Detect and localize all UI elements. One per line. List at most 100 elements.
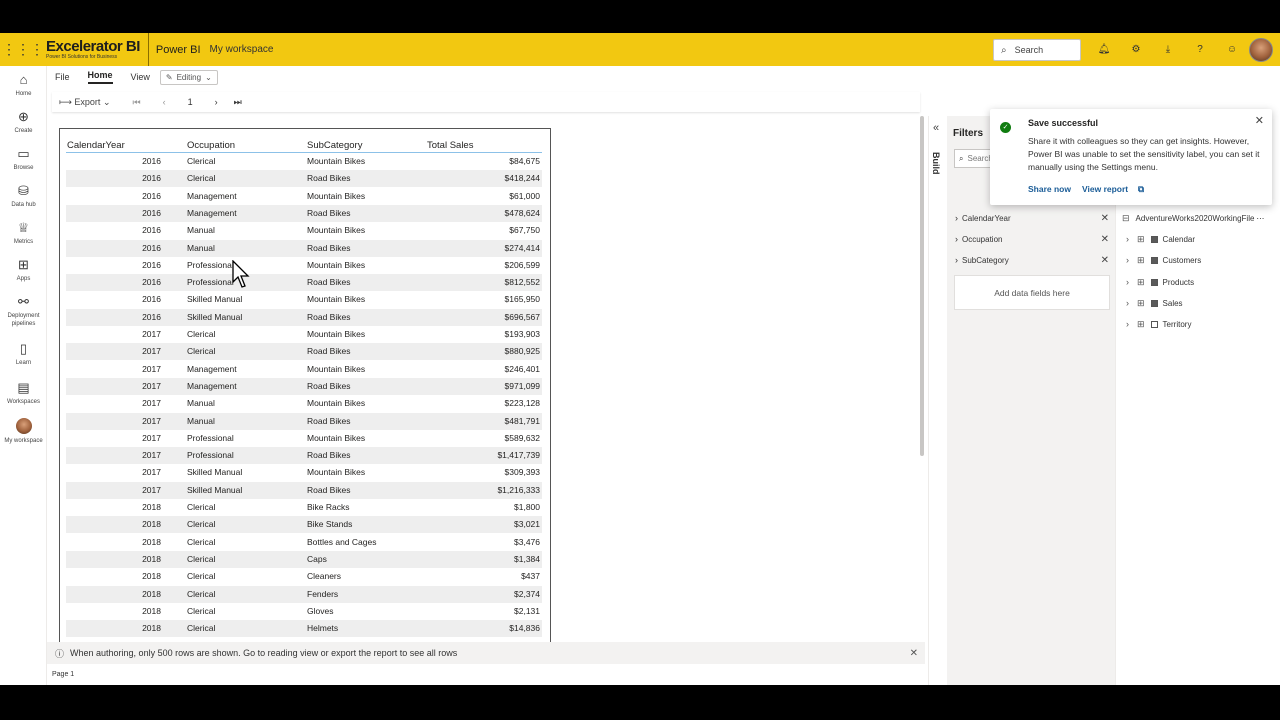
- share-now-link[interactable]: Share now: [1028, 184, 1071, 194]
- smiley-icon[interactable]: ☺: [1216, 44, 1248, 55]
- help-icon[interactable]: ?: [1184, 44, 1216, 55]
- filter-card-subcategory[interactable]: › SubCategory ✕: [955, 252, 1109, 268]
- table-row[interactable]: 2018 Clerical Caps $1,384: [66, 550, 542, 568]
- table-node-calendar[interactable]: › ⊞ Calendar: [1126, 231, 1195, 247]
- table-row[interactable]: 2016 Management Road Bikes $478,624: [66, 204, 542, 222]
- user-avatar[interactable]: [1249, 38, 1273, 62]
- model-node[interactable]: ⊟ AdventureWorks2020WorkingFile ⋯: [1122, 210, 1264, 226]
- workspace-breadcrumb[interactable]: My workspace: [210, 44, 274, 55]
- checkbox[interactable]: [1150, 299, 1158, 307]
- table-row[interactable]: 2017 Clerical Road Bikes $880,925: [66, 343, 542, 361]
- table-row[interactable]: 2017 Skilled Manual Mountain Bikes $309,393: [66, 464, 542, 481]
- nav-data-hub[interactable]: ⛁ Data hub: [0, 183, 47, 209]
- more-options-icon[interactable]: ⋯: [1256, 214, 1264, 223]
- canvas-scrollbar[interactable]: [920, 116, 924, 456]
- remove-filter-icon[interactable]: ✕: [1101, 213, 1109, 224]
- remove-filter-icon[interactable]: ✕: [1101, 234, 1109, 245]
- table-row[interactable]: 2016 Clerical Mountain Bikes $84,675: [66, 153, 542, 170]
- table-row[interactable]: 2018 Clerical Cleaners $437: [66, 568, 542, 585]
- table-row[interactable]: 2018 Clerical Gloves $2,131: [66, 603, 542, 620]
- app-launcher-icon[interactable]: ⋮⋮⋮: [0, 33, 46, 66]
- table-row[interactable]: 2018 Clerical Fenders $2,374: [66, 585, 542, 603]
- nav-deployment-pipelines[interactable]: ⚯ Deployment pipelines: [0, 294, 47, 328]
- menu-file[interactable]: File: [55, 72, 70, 82]
- collapse-chevron-icon[interactable]: «: [933, 122, 939, 134]
- previous-page-icon[interactable]: ‹: [163, 97, 166, 107]
- checkbox[interactable]: [1150, 278, 1158, 286]
- table-row[interactable]: 2016 Management Mountain Bikes $61,000: [66, 188, 542, 205]
- table-row[interactable]: 2016 Clerical Road Bikes $418,244: [66, 170, 542, 188]
- nav-my-workspace[interactable]: My workspace: [0, 418, 47, 445]
- table-icon: ⊞: [1137, 254, 1145, 265]
- export-button[interactable]: ⟼ Export ⌄: [59, 97, 111, 108]
- nav-home[interactable]: ⌂ Home: [0, 72, 47, 98]
- cell-occupation: Skilled Manual: [187, 311, 243, 322]
- table-node-territory[interactable]: › ⊞ Territory: [1126, 316, 1191, 332]
- table-visual[interactable]: CalendarYear Occupation SubCategory Tota…: [59, 128, 551, 646]
- build-tab[interactable]: Build: [931, 152, 941, 175]
- editing-label: Editing: [176, 72, 202, 82]
- page-tab[interactable]: Page 1: [52, 671, 74, 678]
- nav-metrics[interactable]: ♕ Metrics: [0, 220, 47, 246]
- nav-create[interactable]: ⊕ Create: [0, 109, 47, 135]
- editing-mode-dropdown[interactable]: ✎ Editing ⌄: [159, 69, 218, 85]
- last-page-icon[interactable]: ⏭: [234, 97, 242, 108]
- table-row[interactable]: 2018 Clerical Bike Racks $1,800: [66, 499, 542, 516]
- success-check-icon: ✓: [1000, 122, 1011, 133]
- table-row[interactable]: 2016 Skilled Manual Road Bikes $696,567: [66, 308, 542, 326]
- table-row[interactable]: 2017 Management Road Bikes $971,099: [66, 377, 542, 395]
- cell-calendaryear: 2017: [142, 346, 161, 357]
- download-icon[interactable]: ⤓: [1152, 44, 1184, 55]
- col-header-subcategory[interactable]: SubCategory: [307, 140, 362, 151]
- table-row[interactable]: 2016 Professional Mountain Bikes $206,599: [66, 257, 542, 274]
- table-row[interactable]: 2016 Professional Road Bikes $812,552: [66, 274, 542, 292]
- table-row[interactable]: 2017 Manual Road Bikes $481,791: [66, 412, 542, 430]
- first-page-icon[interactable]: ⏮: [133, 97, 141, 108]
- col-header-occupation[interactable]: Occupation: [187, 140, 235, 151]
- cell-occupation: Clerical: [187, 173, 216, 184]
- nav-browse[interactable]: ▭ Browse: [0, 146, 47, 172]
- table-node-sales[interactable]: › ⊞ Sales: [1126, 295, 1183, 311]
- table-row[interactable]: 2018 Clerical Helmets $14,836: [66, 620, 542, 638]
- checkbox[interactable]: [1150, 235, 1158, 243]
- table-row[interactable]: 2016 Manual Mountain Bikes $67,750: [66, 222, 542, 239]
- mouse-cursor-icon: [232, 260, 250, 288]
- close-icon[interactable]: ✕: [1255, 114, 1264, 127]
- nav-workspaces[interactable]: ▤ Workspaces: [0, 380, 47, 406]
- gear-icon[interactable]: ⚙: [1120, 44, 1152, 55]
- global-search-input[interactable]: ⌕ Search: [993, 39, 1081, 61]
- app-name[interactable]: Power BI: [156, 44, 201, 56]
- table-row[interactable]: 2017 Manual Mountain Bikes $223,128: [66, 395, 542, 412]
- table-row[interactable]: 2017 Professional Road Bikes $1,417,739: [66, 447, 542, 465]
- table-node-products[interactable]: › ⊞ Products: [1126, 274, 1194, 290]
- remove-filter-icon[interactable]: ✕: [1101, 255, 1109, 266]
- view-report-link[interactable]: View report: [1082, 184, 1128, 194]
- table-row[interactable]: 2017 Clerical Mountain Bikes $193,903: [66, 326, 542, 343]
- col-header-total-sales[interactable]: Total Sales: [427, 140, 473, 151]
- checkbox[interactable]: [1150, 320, 1158, 328]
- table-row[interactable]: 2017 Professional Mountain Bikes $589,632: [66, 430, 542, 447]
- bell-icon[interactable]: 🔔︎: [1088, 44, 1120, 55]
- table-row[interactable]: 2018 Clerical Bottles and Cages $3,476: [66, 534, 542, 551]
- cell-calendaryear: 2018: [142, 502, 161, 512]
- nav-apps[interactable]: ⊞ Apps: [0, 257, 47, 283]
- cell-total-sales: $812,552: [504, 277, 540, 288]
- nav-learn[interactable]: ▯ Learn: [0, 341, 47, 367]
- checkbox[interactable]: [1150, 256, 1158, 264]
- next-page-icon[interactable]: ›: [215, 97, 218, 107]
- menu-view[interactable]: View: [131, 72, 150, 82]
- excelerator-logo[interactable]: Excelerator BI Power BI Solutions for Bu…: [46, 33, 149, 66]
- close-icon[interactable]: ✕: [910, 648, 918, 659]
- table-node-customers[interactable]: › ⊞ Customers: [1126, 252, 1201, 268]
- menu-home[interactable]: Home: [87, 70, 113, 84]
- table-row[interactable]: 2018 Clerical Bike Stands $3,021: [66, 516, 542, 534]
- table-row[interactable]: 2017 Skilled Manual Road Bikes $1,216,333: [66, 481, 542, 499]
- table-row[interactable]: 2016 Manual Road Bikes $274,414: [66, 239, 542, 257]
- filter-card-occupation[interactable]: › Occupation ✕: [955, 231, 1109, 247]
- filter-card-calendaryear[interactable]: › CalendarYear ✕: [955, 210, 1109, 226]
- logo-tagline: Power BI Solutions for Business: [46, 53, 118, 60]
- table-row[interactable]: 2017 Management Mountain Bikes $246,401: [66, 361, 542, 378]
- table-row[interactable]: 2016 Skilled Manual Mountain Bikes $165,950: [66, 291, 542, 308]
- add-data-fields-dropzone[interactable]: Add data fields here: [954, 275, 1110, 310]
- col-header-calendaryear[interactable]: CalendarYear: [67, 140, 125, 151]
